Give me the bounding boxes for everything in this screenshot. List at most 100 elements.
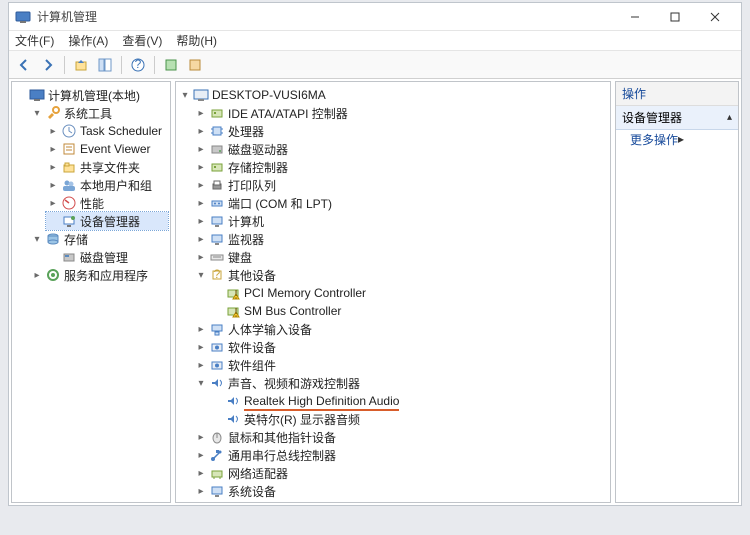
body: 计算机管理(本地) 系统工具 Task Scheduler Event Vi [9,79,741,505]
chevron-right-icon[interactable] [194,430,208,444]
chevron-right-icon[interactable] [194,358,208,372]
device-realtek[interactable]: Realtek High Definition Audio [210,392,608,410]
chevron-down-icon[interactable] [178,88,192,102]
sound-icon [225,411,241,427]
chevron-right-icon[interactable] [46,142,60,156]
tree-item-event-viewer[interactable]: Event Viewer [46,140,168,158]
device-hid[interactable]: 人体学输入设备 [194,320,608,338]
device-diskDrives[interactable]: 磁盘驱动器 [194,140,608,158]
device-tree: DESKTOP-VUSI6MA IDE ATA/ATAPI 控制器处理器磁盘驱动… [176,82,610,503]
tree-item-performance[interactable]: 性能 [46,194,168,212]
chevron-right-icon[interactable] [194,214,208,228]
tree-item-services[interactable]: 服务和应用程序 [30,266,168,284]
up-button[interactable] [70,54,92,76]
port-icon [209,195,225,211]
usb-icon [209,447,225,463]
device-systemDevices[interactable]: 系统设备 [194,482,608,500]
device-network[interactable]: 网络适配器 [194,464,608,482]
device-smBusCtrl[interactable]: !SM Bus Controller [210,302,608,320]
device-pciMemCtrl[interactable]: !PCI Memory Controller [210,284,608,302]
device-root[interactable]: DESKTOP-VUSI6MA [178,86,608,104]
chevron-right-icon[interactable] [30,268,44,282]
device-softComponents[interactable]: 软件组件 [194,356,608,374]
device-computer[interactable]: 计算机 [194,212,608,230]
chevron-right-icon[interactable] [194,160,208,174]
device-mice[interactable]: 鼠标和其他指针设备 [194,428,608,446]
chevron-down-icon[interactable] [30,232,44,246]
device-cpu[interactable]: 处理器 [194,122,608,140]
svg-text:!: ! [234,288,237,301]
device-otherDevices[interactable]: ?其他设备 [194,266,608,284]
device-storageCtrl[interactable]: 存储控制器 [194,158,608,176]
close-button[interactable] [695,5,735,29]
device-tree-pane[interactable]: DESKTOP-VUSI6MA IDE ATA/ATAPI 控制器处理器磁盘驱动… [175,81,611,503]
tree-item-shared-folders[interactable]: 共享文件夹 [46,158,168,176]
sound-icon [209,375,225,391]
actions-selected-node[interactable]: 设备管理器 ▴ [616,106,738,130]
tree-item-device-manager[interactable]: 设备管理器 [46,212,168,230]
menu-help[interactable]: 帮助(H) [174,32,219,49]
chevron-right-icon[interactable] [194,340,208,354]
other-icon: ? [209,267,225,283]
nav-back-button[interactable] [13,54,35,76]
scope-tree-pane[interactable]: 计算机管理(本地) 系统工具 Task Scheduler Event Vi [11,81,171,503]
chevron-right-icon[interactable] [194,250,208,264]
chevron-right-icon[interactable] [194,196,208,210]
menubar: 文件(F) 操作(A) 查看(V) 帮助(H) [9,31,741,51]
device-printQueues[interactable]: 打印队列 [194,176,608,194]
app-icon [15,9,31,25]
chevron-down-icon[interactable] [30,106,44,120]
chevron-right-icon[interactable] [46,196,60,210]
chevron-right-icon[interactable] [194,124,208,138]
chevron-right-icon[interactable] [46,160,60,174]
tree-item-storage[interactable]: 存储 [30,230,168,248]
chevron-down-icon[interactable] [194,376,208,390]
soft-icon [209,339,225,355]
chevron-right-icon[interactable] [194,448,208,462]
toolbar-sep [154,56,155,74]
refresh-button[interactable] [160,54,182,76]
maximize-button[interactable] [655,5,695,29]
device-keyboards[interactable]: 键盘 [194,248,608,266]
warn-icon: ! [225,303,241,319]
chevron-right-icon[interactable] [194,466,208,480]
nav-forward-button[interactable] [37,54,59,76]
chevron-right-icon: ▸ [678,132,684,146]
help-button[interactable]: ? [127,54,149,76]
device-ports[interactable]: 端口 (COM 和 LPT) [194,194,608,212]
device-displayAdapters[interactable]: 显示适配器 [194,500,608,503]
chevron-right-icon[interactable] [46,124,60,138]
chevron-right-icon[interactable] [194,484,208,498]
event-icon [61,141,77,157]
minimize-button[interactable] [615,5,655,29]
show-hide-tree-button[interactable] [94,54,116,76]
scope-tree: 计算机管理(本地) 系统工具 Task Scheduler Event Vi [12,82,170,288]
device-sound[interactable]: 声音、视频和游戏控制器 [194,374,608,392]
tree-item-disk-mgmt[interactable]: 磁盘管理 [46,248,168,266]
actions-more[interactable]: 更多操作 ▸ [616,130,738,148]
chevron-down-icon[interactable] [194,268,208,282]
device-intelDisplayAudio[interactable]: 英特尔(R) 显示器音频 [210,410,608,428]
device-ide[interactable]: IDE ATA/ATAPI 控制器 [194,104,608,122]
properties-button[interactable] [184,54,206,76]
keyboard-icon [209,249,225,265]
menu-view[interactable]: 查看(V) [120,32,164,49]
tree-item-root[interactable]: 计算机管理(本地) [14,86,168,104]
chevron-right-icon[interactable] [194,502,208,503]
chevron-right-icon[interactable] [194,106,208,120]
device-softDevices[interactable]: 软件设备 [194,338,608,356]
menu-file[interactable]: 文件(F) [13,32,56,49]
menu-action[interactable]: 操作(A) [66,32,110,49]
device-usb[interactable]: 通用串行总线控制器 [194,446,608,464]
tree-item-local-users[interactable]: 本地用户和组 [46,176,168,194]
chevron-right-icon[interactable] [194,142,208,156]
tree-item-system-tools[interactable]: 系统工具 [30,104,168,122]
storage-icon [45,231,61,247]
chevron-right-icon[interactable] [194,178,208,192]
chevron-right-icon[interactable] [46,178,60,192]
chevron-right-icon[interactable] [194,232,208,246]
gauge-icon [61,195,77,211]
device-monitors[interactable]: 监视器 [194,230,608,248]
chevron-right-icon[interactable] [194,322,208,336]
tree-item-task-scheduler[interactable]: Task Scheduler [46,122,168,140]
